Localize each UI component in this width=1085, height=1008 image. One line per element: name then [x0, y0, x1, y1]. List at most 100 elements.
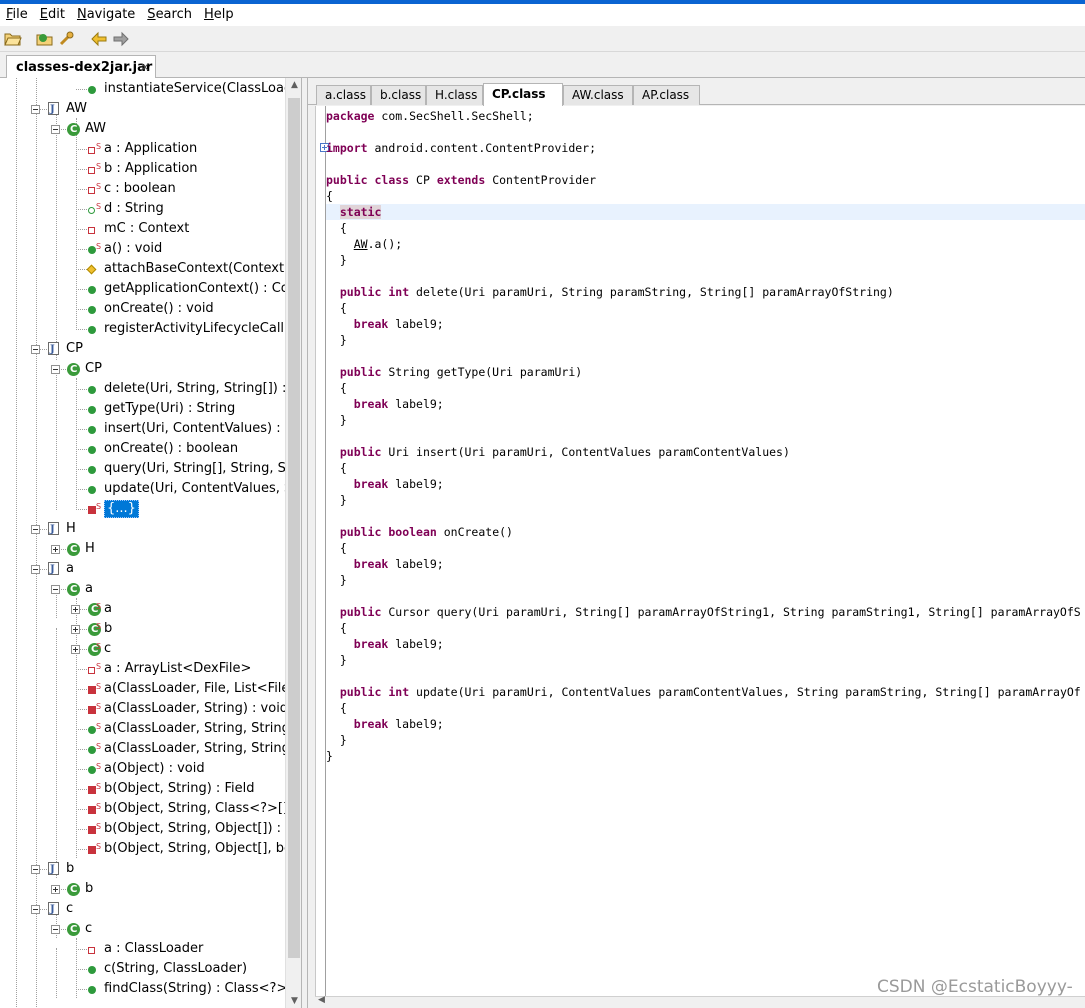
tree-node[interactable]: getType(Uri) : String	[0, 399, 285, 419]
collapse-icon[interactable]	[31, 565, 40, 574]
collapse-icon[interactable]	[51, 125, 60, 134]
tree-node[interactable]: mC : Context	[0, 219, 285, 239]
tree-node[interactable]: Sb(Object, String, Class<?>[]) : M	[0, 799, 285, 819]
tree-node[interactable]: Sa(ClassLoader, File, List<File>,	[0, 679, 285, 699]
collapse-icon[interactable]	[51, 365, 60, 374]
code-horizontal-scrollbar[interactable]: ◀	[315, 995, 1085, 1008]
tree-node[interactable]: H	[0, 539, 285, 559]
menu-navigate[interactable]: Navigate	[71, 4, 141, 26]
menu-file[interactable]: File	[0, 4, 34, 26]
menu-edit[interactable]: Edit	[34, 4, 71, 26]
tree-node[interactable]: instantiateService(ClassLoader,	[0, 79, 285, 99]
menu-search[interactable]: Search	[141, 4, 198, 26]
code-token: break	[353, 477, 389, 491]
expand-icon[interactable]	[71, 645, 80, 654]
tree-node-label: update(Uri, ContentValues, Stri	[104, 481, 285, 496]
tree-node[interactable]: onCreate() : boolean	[0, 439, 285, 459]
tree-node[interactable]: Sb	[0, 619, 285, 639]
tree-node[interactable]: Sb : Application	[0, 159, 285, 179]
tree-vertical-scrollbar[interactable]: ▲ ▼	[285, 78, 301, 1008]
tree-node[interactable]: Sb(Object, String, Object[]) : voi	[0, 819, 285, 839]
tree-node[interactable]: delete(Uri, String, String[]) : int	[0, 379, 285, 399]
file-tab-classes-dex2jar[interactable]: classes-dex2jar.jar ×	[6, 55, 156, 78]
tree-node[interactable]: c(String, ClassLoader)	[0, 959, 285, 979]
tree-node[interactable]: Sc : boolean	[0, 179, 285, 199]
tree-node[interactable]: c	[0, 899, 285, 919]
tree-node[interactable]: H	[0, 519, 285, 539]
collapse-icon[interactable]	[31, 865, 40, 874]
collapse-icon[interactable]	[51, 585, 60, 594]
scroll-down-icon[interactable]: ▼	[286, 996, 301, 1006]
open-type-button[interactable]	[34, 28, 56, 50]
collapse-icon[interactable]	[31, 345, 40, 354]
static-method-icon	[88, 746, 96, 754]
tree-node[interactable]: Sa : ArrayList<DexFile>	[0, 659, 285, 679]
scroll-up-icon[interactable]: ▲	[286, 80, 301, 90]
tree-node[interactable]: Sa(Object) : void	[0, 759, 285, 779]
class-icon	[67, 360, 80, 379]
tree-node[interactable]: Sa(ClassLoader, String, String, b	[0, 739, 285, 759]
tree-node[interactable]: CP	[0, 339, 285, 359]
tree-node[interactable]: b	[0, 879, 285, 899]
code-token: package	[326, 109, 375, 123]
code-tab-b-class[interactable]: b.class	[371, 85, 426, 105]
tree-node[interactable]: findClass(String) : Class<?>	[0, 979, 285, 999]
static-marker-icon: S	[96, 662, 102, 671]
code-area[interactable]: package com.SecShell.SecShell; import and…	[315, 106, 1085, 1008]
tree-node[interactable]: S {...}	[0, 499, 285, 519]
expand-icon[interactable]	[51, 545, 60, 554]
tree-node[interactable]: Sa	[0, 599, 285, 619]
collapse-icon[interactable]	[31, 905, 40, 914]
code-tab-h-class[interactable]: H.class	[426, 85, 483, 105]
forward-button[interactable]	[110, 28, 132, 50]
collapse-icon[interactable]	[51, 925, 60, 934]
collapse-icon[interactable]	[31, 525, 40, 534]
code-token: Uri insert(Uri paramUri, ContentValues p…	[381, 445, 790, 459]
search-button[interactable]	[56, 28, 78, 50]
back-button[interactable]	[88, 28, 110, 50]
code-tab-a-class[interactable]: a.class	[316, 85, 371, 105]
tree-node[interactable]: Sa() : void	[0, 239, 285, 259]
tree-node[interactable]: Sc	[0, 639, 285, 659]
open-file-button[interactable]	[2, 28, 24, 50]
tree-node[interactable]: c	[0, 919, 285, 939]
tree-node[interactable]: getApplicationContext() : Conte	[0, 279, 285, 299]
private-static-method-icon	[88, 786, 96, 794]
tree-node[interactable]: CP	[0, 359, 285, 379]
code-tab-cp-class[interactable]: CP.class	[483, 83, 563, 106]
close-icon[interactable]: ×	[140, 60, 150, 74]
tree-node[interactable]: a	[0, 579, 285, 599]
tree-node-label: a	[85, 581, 93, 596]
expand-icon[interactable]	[71, 605, 80, 614]
tree-node[interactable]: Sa : Application	[0, 139, 285, 159]
expand-icon[interactable]	[71, 625, 80, 634]
scrollbar-thumb[interactable]	[288, 98, 300, 958]
tree-node[interactable]: onCreate() : void	[0, 299, 285, 319]
code-token: import	[326, 141, 368, 155]
menu-help[interactable]: Help	[198, 4, 240, 26]
tree-node[interactable]: a : ClassLoader	[0, 939, 285, 959]
tree-node[interactable]: Sa(ClassLoader, String) : void	[0, 699, 285, 719]
code-tab-aw-class[interactable]: AW.class	[563, 85, 633, 105]
tree-node[interactable]: Sb(Object, String) : Field	[0, 779, 285, 799]
collapse-icon[interactable]	[31, 105, 40, 114]
tree-node[interactable]: Sb(Object, String, Object[], bool	[0, 839, 285, 859]
tree-node[interactable]: a	[0, 559, 285, 579]
tree-node[interactable]: query(Uri, String[], String, String	[0, 459, 285, 479]
static-marker-icon: S	[96, 822, 102, 831]
menu-label-rest: ile	[12, 7, 28, 22]
tree-node[interactable]: update(Uri, ContentValues, Stri	[0, 479, 285, 499]
scroll-left-icon[interactable]: ◀	[318, 995, 325, 1005]
tree-node[interactable]: insert(Uri, ContentValues) : Uri	[0, 419, 285, 439]
tree-node[interactable]: registerActivityLifecycleCallback	[0, 319, 285, 339]
expand-icon[interactable]	[51, 885, 60, 894]
tree-node[interactable]: b	[0, 859, 285, 879]
tree-node[interactable]: Sa(ClassLoader, String, String) :	[0, 719, 285, 739]
tree-node[interactable]: Sd : String	[0, 199, 285, 219]
java-file-icon	[48, 100, 59, 119]
code-tab-ap-class[interactable]: AP.class	[633, 85, 700, 105]
tree-node[interactable]: AW	[0, 99, 285, 119]
code-line: {	[326, 300, 347, 316]
tree-node[interactable]: attachBaseContext(Context) : vo	[0, 259, 285, 279]
tree-node[interactable]: AW	[0, 119, 285, 139]
